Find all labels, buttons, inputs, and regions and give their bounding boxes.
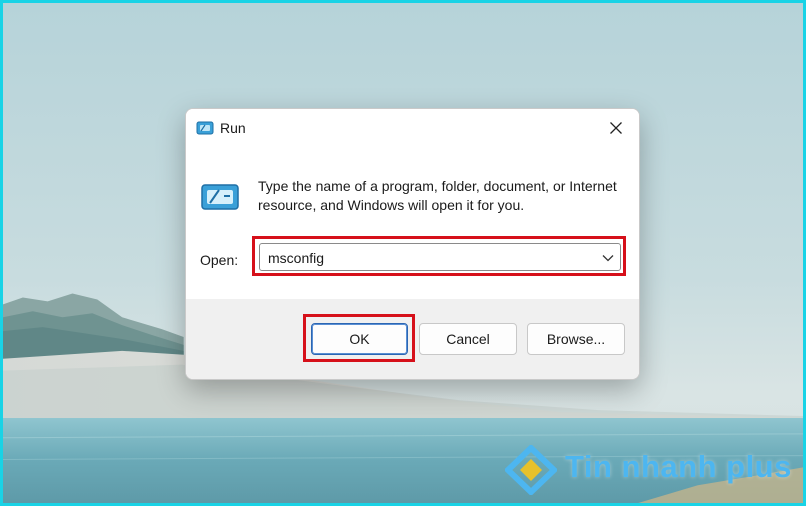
watermark: Tin nhanh plus (505, 443, 803, 499)
run-dialog: Run Type the name of a program, folder, … (185, 108, 640, 380)
run-description: Type the name of a program, folder, docu… (258, 178, 617, 213)
browse-button[interactable]: Browse... (527, 323, 625, 355)
chevron-down-icon (602, 255, 614, 262)
open-dropdown-button[interactable] (600, 250, 616, 266)
watermark-logo-icon (505, 445, 557, 495)
close-button[interactable] (601, 115, 631, 141)
dialog-content: Type the name of a program, folder, docu… (186, 147, 639, 299)
watermark-text: Tin nhanh plus (565, 449, 792, 484)
open-label: Open: (200, 252, 239, 268)
open-input[interactable]: msconfig (268, 250, 324, 266)
open-combobox[interactable]: msconfig (259, 243, 621, 271)
run-app-icon (201, 184, 239, 210)
run-app-icon (196, 121, 214, 135)
ok-button[interactable]: OK (311, 323, 408, 355)
dialog-title: Run (220, 120, 246, 136)
title-bar[interactable]: Run (186, 109, 639, 147)
screenshot-frame: Run Type the name of a program, folder, … (0, 0, 806, 506)
cancel-button[interactable]: Cancel (419, 323, 517, 355)
close-icon (610, 122, 622, 134)
button-bar: OK Cancel Browse... (186, 299, 639, 379)
